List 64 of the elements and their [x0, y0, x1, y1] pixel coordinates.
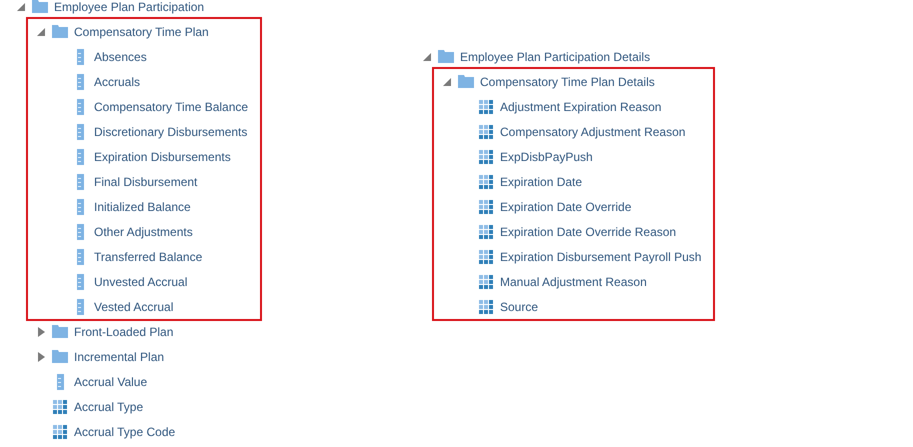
folder-icon [52, 350, 68, 363]
folder-icon [438, 50, 454, 63]
tree-item[interactable]: Accruals [94, 74, 140, 88]
ruler-icon [76, 74, 84, 90]
collapse-icon[interactable] [37, 28, 45, 36]
tree-item[interactable]: Transferred Balance [94, 250, 202, 264]
tree-item[interactable]: Expiration Date [500, 174, 582, 188]
tree-item[interactable]: Discretionary Disbursements [94, 124, 248, 138]
tree-item[interactable]: Expiration Date Override Reason [500, 224, 676, 238]
expand-icon[interactable] [38, 352, 44, 362]
grid-icon [479, 200, 493, 214]
tree-item[interactable]: Employee Plan Participation [54, 0, 204, 14]
grid-icon [479, 150, 493, 164]
ruler-icon [76, 274, 84, 290]
tree-item[interactable]: Compensatory Time Balance [94, 100, 248, 114]
tree-item[interactable]: Incremental Plan [74, 350, 164, 364]
ruler-icon [76, 298, 84, 314]
ruler-icon [76, 174, 84, 190]
folder-icon [458, 75, 474, 88]
tree-item[interactable]: Compensatory Time Plan Details [480, 74, 655, 88]
ruler-icon [76, 198, 84, 214]
tree-item[interactable]: Accrual Type [74, 400, 144, 414]
collapse-icon[interactable] [443, 78, 451, 86]
tree-item[interactable]: Source [500, 300, 538, 314]
expand-icon[interactable] [38, 326, 44, 336]
folder-icon [52, 325, 68, 338]
tree-item[interactable]: Expiration Disbursement Payroll Push [500, 250, 702, 264]
grid-icon [479, 250, 493, 264]
ruler-icon [76, 98, 84, 114]
folder-icon [52, 25, 68, 38]
grid-icon [479, 274, 493, 288]
tree-item[interactable]: Employee Plan Participation Details [460, 50, 650, 64]
tree-item[interactable]: Other Adjustments [94, 224, 193, 238]
tree-item[interactable]: Initialized Balance [94, 200, 191, 214]
collapse-icon[interactable] [17, 2, 25, 10]
folder-icon [32, 0, 48, 13]
ruler-icon [76, 148, 84, 164]
tree-item[interactable]: Compensatory Time Plan [74, 24, 209, 38]
tree-item[interactable]: Unvested Accrual [94, 274, 188, 288]
tree-item[interactable]: Adjustment Expiration Reason [500, 100, 662, 114]
ruler-icon [76, 124, 84, 140]
tree-item[interactable]: Absences [94, 50, 147, 64]
tree-item[interactable]: Accrual Value [74, 374, 148, 388]
tree-item[interactable]: Manual Adjustment Reason [500, 274, 647, 288]
grid-icon [479, 100, 493, 114]
collapse-icon[interactable] [423, 52, 431, 60]
tree-item[interactable]: Expiration Disbursements [94, 150, 231, 164]
tree-item[interactable]: Front-Loaded Plan [74, 324, 174, 338]
tree-item[interactable]: ExpDisbPayPush [500, 150, 593, 164]
tree-item[interactable]: Expiration Date Override [500, 200, 632, 214]
grid-icon [479, 174, 493, 188]
tree-item[interactable]: Vested Accrual [94, 300, 174, 314]
ruler-icon [76, 224, 84, 240]
ruler-icon [76, 48, 84, 64]
ruler-icon [76, 248, 84, 264]
tree-item[interactable]: Compensatory Adjustment Reason [500, 124, 686, 138]
grid-icon [53, 400, 67, 414]
grid-icon [479, 124, 493, 138]
grid-icon [53, 424, 67, 438]
grid-icon [479, 300, 493, 314]
tree-item[interactable]: Final Disbursement [94, 174, 198, 188]
tree-item[interactable]: Accrual Type Code [74, 424, 176, 438]
ruler-icon [56, 374, 64, 390]
grid-icon [479, 224, 493, 238]
